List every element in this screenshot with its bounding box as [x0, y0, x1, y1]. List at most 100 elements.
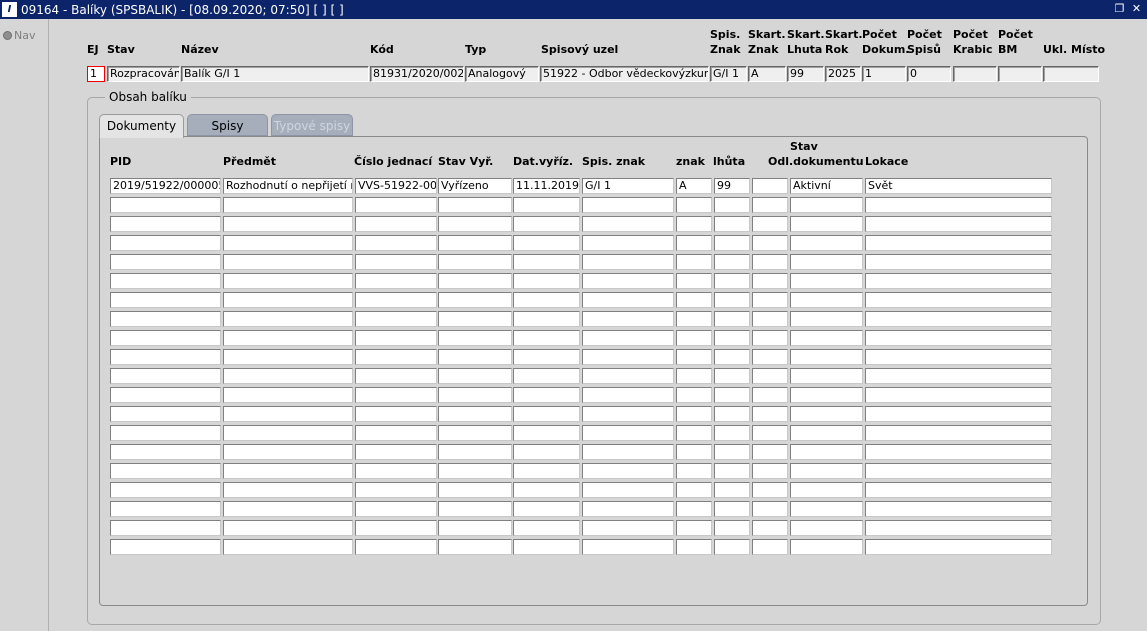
- pocet-spisu-field[interactable]: 0: [907, 66, 951, 82]
- cell-lokace[interactable]: [865, 197, 1052, 213]
- cell-odl[interactable]: [752, 368, 788, 384]
- cell-dat-vyriz[interactable]: [513, 387, 580, 403]
- cell-stav[interactable]: [790, 463, 863, 479]
- cell-znak[interactable]: [676, 349, 712, 365]
- cell-stav-vyr[interactable]: [438, 539, 512, 555]
- cell-pid[interactable]: [110, 482, 221, 498]
- kod-field[interactable]: 81931/2020/002: [370, 66, 464, 82]
- cell-znak[interactable]: [676, 330, 712, 346]
- cell-stav[interactable]: [790, 349, 863, 365]
- cell-pid[interactable]: [110, 463, 221, 479]
- cell-stav[interactable]: [790, 425, 863, 441]
- cell-odl[interactable]: [752, 425, 788, 441]
- cell-stav-vyr[interactable]: [438, 463, 512, 479]
- cell-znak[interactable]: [676, 444, 712, 460]
- cell-spis-znak[interactable]: G/I 1: [582, 178, 674, 194]
- cell-stav-vyr[interactable]: [438, 273, 512, 289]
- cell-predmet[interactable]: [223, 216, 353, 232]
- cell-lokace[interactable]: [865, 273, 1052, 289]
- cell-cislo-jednaci[interactable]: [355, 292, 437, 308]
- cell-stav[interactable]: Aktivní: [790, 178, 863, 194]
- cell-spis-znak[interactable]: [582, 349, 674, 365]
- cell-znak[interactable]: [676, 273, 712, 289]
- cell-lhuta[interactable]: [714, 235, 750, 251]
- cell-stav[interactable]: [790, 368, 863, 384]
- cell-dat-vyriz[interactable]: [513, 520, 580, 536]
- ej-field[interactable]: 1: [87, 66, 105, 82]
- cell-predmet[interactable]: [223, 311, 353, 327]
- cell-lokace[interactable]: [865, 520, 1052, 536]
- cell-odl[interactable]: [752, 539, 788, 555]
- nav-toggle[interactable]: Nav: [3, 29, 35, 42]
- cell-dat-vyriz[interactable]: [513, 482, 580, 498]
- cell-predmet[interactable]: [223, 482, 353, 498]
- cell-stav-vyr[interactable]: [438, 235, 512, 251]
- cell-predmet[interactable]: [223, 501, 353, 517]
- cell-stav[interactable]: [790, 216, 863, 232]
- cell-odl[interactable]: [752, 254, 788, 270]
- cell-spis-znak[interactable]: [582, 482, 674, 498]
- cell-predmet[interactable]: [223, 425, 353, 441]
- cell-spis-znak[interactable]: [582, 330, 674, 346]
- spis-znak-field[interactable]: G/I 1: [710, 66, 747, 82]
- cell-cislo-jednaci[interactable]: [355, 501, 437, 517]
- cell-odl[interactable]: [752, 292, 788, 308]
- cell-odl[interactable]: [752, 178, 788, 194]
- cell-spis-znak[interactable]: [582, 501, 674, 517]
- cell-stav[interactable]: [790, 235, 863, 251]
- radio-icon[interactable]: [3, 31, 12, 40]
- cell-pid[interactable]: [110, 425, 221, 441]
- cell-lokace[interactable]: [865, 349, 1052, 365]
- cell-pid[interactable]: [110, 406, 221, 422]
- cell-dat-vyriz[interactable]: [513, 349, 580, 365]
- cell-stav[interactable]: [790, 292, 863, 308]
- pocet-dokum-field[interactable]: 1: [862, 66, 906, 82]
- nazev-field[interactable]: Balík G/I 1: [181, 66, 369, 82]
- skart-lhuta-field[interactable]: 99: [787, 66, 824, 82]
- cell-dat-vyriz[interactable]: [513, 368, 580, 384]
- cell-stav-vyr[interactable]: [438, 330, 512, 346]
- cell-predmet[interactable]: Rozhodnutí o nepřijetí návr: [223, 178, 353, 194]
- cell-predmet[interactable]: [223, 330, 353, 346]
- cell-znak[interactable]: [676, 482, 712, 498]
- cell-stav[interactable]: [790, 501, 863, 517]
- cell-dat-vyriz[interactable]: [513, 425, 580, 441]
- cell-pid[interactable]: [110, 520, 221, 536]
- cell-cislo-jednaci[interactable]: [355, 387, 437, 403]
- cell-dat-vyriz[interactable]: [513, 311, 580, 327]
- cell-pid[interactable]: [110, 349, 221, 365]
- cell-stav-vyr[interactable]: [438, 368, 512, 384]
- cell-cislo-jednaci[interactable]: [355, 539, 437, 555]
- cell-spis-znak[interactable]: [582, 254, 674, 270]
- cell-lokace[interactable]: [865, 368, 1052, 384]
- cell-lokace[interactable]: [865, 444, 1052, 460]
- cell-spis-znak[interactable]: [582, 235, 674, 251]
- cell-spis-znak[interactable]: [582, 425, 674, 441]
- cell-odl[interactable]: [752, 387, 788, 403]
- cell-predmet[interactable]: [223, 463, 353, 479]
- skart-znak-field[interactable]: A: [748, 66, 786, 82]
- cell-cislo-jednaci[interactable]: [355, 444, 437, 460]
- cell-lhuta[interactable]: [714, 292, 750, 308]
- cell-cislo-jednaci[interactable]: [355, 349, 437, 365]
- close-icon[interactable]: ✕: [1130, 2, 1143, 15]
- cell-stav-vyr[interactable]: [438, 520, 512, 536]
- typ-field[interactable]: Analogový: [465, 66, 539, 82]
- cell-lokace[interactable]: Svět: [865, 178, 1052, 194]
- cell-odl[interactable]: [752, 406, 788, 422]
- cell-pid[interactable]: [110, 216, 221, 232]
- cell-odl[interactable]: [752, 349, 788, 365]
- cell-spis-znak[interactable]: [582, 216, 674, 232]
- cell-predmet[interactable]: [223, 273, 353, 289]
- skart-rok-field[interactable]: 2025: [825, 66, 861, 82]
- cell-lokace[interactable]: [865, 254, 1052, 270]
- cell-znak[interactable]: [676, 235, 712, 251]
- cell-lokace[interactable]: [865, 311, 1052, 327]
- cell-stav[interactable]: [790, 387, 863, 403]
- cell-znak[interactable]: [676, 387, 712, 403]
- cell-pid[interactable]: [110, 311, 221, 327]
- cell-odl[interactable]: [752, 311, 788, 327]
- spisovy-uzel-field[interactable]: 51922 - Odbor vědeckovýzkumné: [540, 66, 709, 82]
- cell-cislo-jednaci[interactable]: [355, 311, 437, 327]
- cell-odl[interactable]: [752, 482, 788, 498]
